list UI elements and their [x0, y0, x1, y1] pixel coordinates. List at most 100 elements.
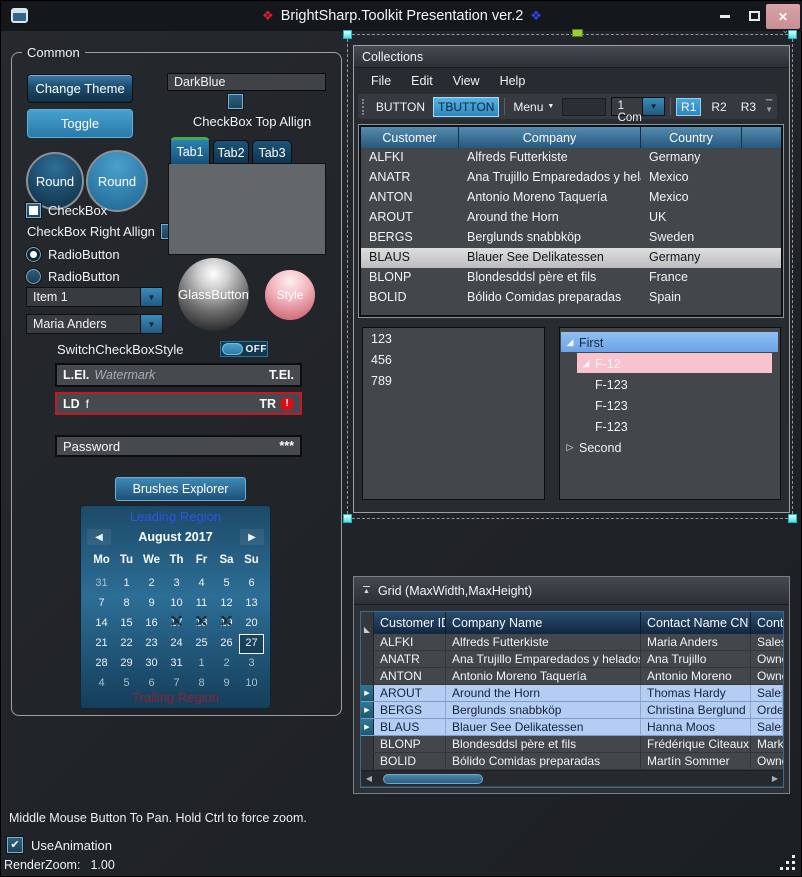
- calendar-day[interactable]: 8: [114, 594, 139, 614]
- table-row[interactable]: BLAUSBlauer See DelikatessenGermany: [361, 248, 781, 268]
- toolbar-radio-r3[interactable]: R3: [737, 99, 760, 115]
- calendar-day[interactable]: 7: [89, 594, 114, 614]
- resize-grip[interactable]: [779, 854, 795, 870]
- scrollbar-thumb[interactable]: [383, 774, 483, 784]
- table-row[interactable]: ANATRAna Trujillo Emparedados y heladosA…: [361, 651, 783, 668]
- tab-tab1[interactable]: Tab1: [170, 137, 210, 164]
- expander-expanded-icon[interactable]: ◢: [580, 358, 592, 369]
- calendar-day[interactable]: 6: [239, 574, 264, 594]
- calendar-day[interactable]: 31: [164, 654, 189, 674]
- calendar-day[interactable]: 22: [114, 634, 139, 654]
- calendar-day[interactable]: 16: [139, 614, 164, 634]
- calendar-day[interactable]: 29: [114, 654, 139, 674]
- tree-item[interactable]: F-123: [560, 416, 780, 437]
- select-all-corner[interactable]: ◣: [361, 612, 374, 634]
- table-row[interactable]: ALFKIAlfreds FutterkisteMaria AndersSale…: [361, 634, 783, 651]
- table-row[interactable]: ANTONAntonio Moreno TaqueríaMexico: [361, 188, 781, 208]
- tree-item[interactable]: ◢F-12: [560, 353, 780, 374]
- expander-collapsed-icon[interactable]: ▷: [564, 442, 576, 453]
- expander-expanded-icon[interactable]: ◢: [564, 337, 576, 348]
- calendar-day[interactable]: 20: [239, 614, 264, 634]
- toolbar-combobox[interactable]: 1 Com ▼: [611, 97, 666, 116]
- brushes-explorer-button[interactable]: Brushes Explorer: [115, 477, 246, 501]
- menu-item-view[interactable]: View: [444, 72, 489, 90]
- resize-handle-top-right[interactable]: [788, 30, 797, 39]
- calendar-day[interactable]: 12: [214, 594, 239, 614]
- calendar-day[interactable]: 13: [239, 594, 264, 614]
- list-item[interactable]: 789: [363, 370, 544, 391]
- row-header[interactable]: ▶: [361, 685, 374, 701]
- calendar-day[interactable]: 19✕: [214, 614, 239, 634]
- column-header-1[interactable]: Company Name: [446, 612, 641, 634]
- collapse-icon[interactable]: ▲: [363, 586, 370, 595]
- row-header[interactable]: ▶: [361, 719, 374, 735]
- calendar-day[interactable]: 30: [139, 654, 164, 674]
- column-header-0[interactable]: Customer: [361, 127, 459, 148]
- toolbar-overflow-icon[interactable]: ▔▼: [765, 102, 773, 112]
- calendar-day[interactable]: 1: [189, 654, 214, 674]
- table-row[interactable]: BOLIDBólido Comidas preparadasSpain: [361, 288, 781, 308]
- radio-button-2[interactable]: [26, 269, 41, 284]
- row-header[interactable]: ▶: [361, 702, 374, 718]
- calendar-day[interactable]: 1: [114, 574, 139, 594]
- table-row[interactable]: ▶BLAUSBlauer See DelikatessenHanna MoosS…: [361, 719, 783, 736]
- calendar-next-button[interactable]: ▶: [240, 529, 264, 545]
- chevron-down-icon[interactable]: ▼: [642, 98, 664, 115]
- list-item[interactable]: 123: [363, 328, 544, 349]
- toolbar-textbox[interactable]: [562, 98, 605, 116]
- tree-item[interactable]: F-123: [560, 374, 780, 395]
- row-header[interactable]: [361, 634, 374, 650]
- toggle-button[interactable]: Toggle: [27, 109, 133, 138]
- row-header[interactable]: [361, 736, 374, 752]
- table-row[interactable]: BLONPBlondesddsl père et filsFrédérique …: [361, 736, 783, 753]
- calendar-month-title[interactable]: August 2017: [111, 530, 240, 544]
- calendar-day[interactable]: 9: [139, 594, 164, 614]
- calendar-day[interactable]: 25: [189, 634, 214, 654]
- password-box[interactable]: Password ***: [55, 435, 302, 457]
- calendar-day[interactable]: 15: [114, 614, 139, 634]
- calendar-day[interactable]: 26: [214, 634, 239, 654]
- calendar-day[interactable]: 10: [164, 594, 189, 614]
- calendar-day[interactable]: 27: [239, 634, 264, 654]
- table-row[interactable]: BOLIDBólido Comidas preparadasMartín Som…: [361, 753, 783, 770]
- table-row[interactable]: AROUTAround the HornUK: [361, 208, 781, 228]
- table-row[interactable]: ANTONAntonio Moreno TaqueríaAntonio More…: [361, 668, 783, 685]
- combobox-item[interactable]: Item 1 ▼: [26, 287, 163, 307]
- table-row[interactable]: ANATRAna Trujillo Emparedados y helaMexi…: [361, 168, 781, 188]
- maximize-button[interactable]: [743, 7, 765, 25]
- table-row[interactable]: BLONPBlondesddsl père et filsFrance: [361, 268, 781, 288]
- table-row[interactable]: ▶BERGSBerglunds snabbköpChristina Berglu…: [361, 702, 783, 719]
- change-theme-button[interactable]: Change Theme: [27, 74, 133, 103]
- watermark-textbox[interactable]: L.EI. Watermark T.EI.: [55, 363, 302, 387]
- calendar-day[interactable]: 5: [214, 574, 239, 594]
- round-button-dark[interactable]: Round: [26, 152, 84, 210]
- style-button[interactable]: Style: [265, 270, 315, 320]
- row-header[interactable]: [361, 651, 374, 667]
- chevron-down-icon[interactable]: ▼: [140, 288, 162, 306]
- theme-textbox[interactable]: DarkBlue: [167, 73, 326, 91]
- chevron-down-icon[interactable]: ▼: [140, 315, 162, 333]
- switch-checkbox[interactable]: OFF: [220, 341, 268, 357]
- calendar-day[interactable]: 21: [89, 634, 114, 654]
- calendar-day[interactable]: 28: [89, 654, 114, 674]
- calendar-prev-button[interactable]: ◀: [87, 529, 111, 545]
- calendar-day[interactable]: 23: [139, 634, 164, 654]
- menu-item-file[interactable]: File: [362, 72, 400, 90]
- row-header[interactable]: [361, 668, 374, 684]
- calendar-day[interactable]: 4: [189, 574, 214, 594]
- toolbar-grip-icon[interactable]: [362, 99, 366, 115]
- glass-button[interactable]: GlassButton: [178, 258, 249, 331]
- column-header-1[interactable]: Company: [459, 127, 641, 148]
- close-button[interactable]: ✕: [766, 4, 800, 29]
- use-animation-checkbox[interactable]: ✔: [7, 837, 23, 853]
- tab-tab2[interactable]: Tab2: [213, 140, 249, 164]
- toolbar-radio-r1[interactable]: R1: [676, 98, 701, 116]
- calendar-day[interactable]: 24: [164, 634, 189, 654]
- minimize-button[interactable]: [713, 7, 737, 25]
- menu-item-help[interactable]: Help: [491, 72, 535, 90]
- tree-item[interactable]: F-123: [560, 395, 780, 416]
- checkbox-top-align[interactable]: [228, 94, 243, 109]
- scroll-right-icon[interactable]: ▶: [767, 774, 783, 783]
- calendar-day[interactable]: 31: [89, 574, 114, 594]
- column-header-2[interactable]: Contact Name CN: [641, 612, 751, 634]
